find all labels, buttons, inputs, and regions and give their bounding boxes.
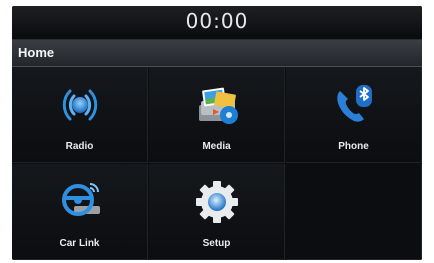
title-bar: Home — [12, 40, 422, 67]
head-unit-screen: 00:00 Home Radio Media Phone Car Link Se… — [12, 6, 422, 260]
empty-tile — [286, 164, 422, 260]
media-icon — [198, 87, 238, 124]
menu-item-label: Phone — [338, 141, 369, 152]
page-title: Home — [18, 45, 55, 60]
home-menu-grid: Radio Media Phone Car Link Setup — [12, 67, 422, 260]
menu-item-label: Radio — [65, 141, 94, 152]
car-link-icon — [61, 183, 100, 216]
menu-item-label: Car Link — [59, 238, 100, 249]
menu-item-car-link[interactable]: Car Link — [12, 164, 148, 260]
clock: 00:00 — [185, 9, 249, 33]
menu-item-radio[interactable]: Radio — [12, 67, 148, 163]
menu-item-label: Media — [202, 141, 231, 152]
status-bar: 00:00 — [12, 6, 422, 40]
menu-item-setup[interactable]: Setup — [149, 164, 285, 260]
menu-item-label: Setup — [202, 238, 231, 249]
menu-item-media[interactable]: Media — [149, 67, 285, 163]
radio-icon — [62, 89, 97, 121]
bluetooth-phone-icon — [336, 85, 372, 122]
gear-icon — [195, 181, 238, 223]
menu-item-phone[interactable]: Phone — [286, 67, 422, 163]
